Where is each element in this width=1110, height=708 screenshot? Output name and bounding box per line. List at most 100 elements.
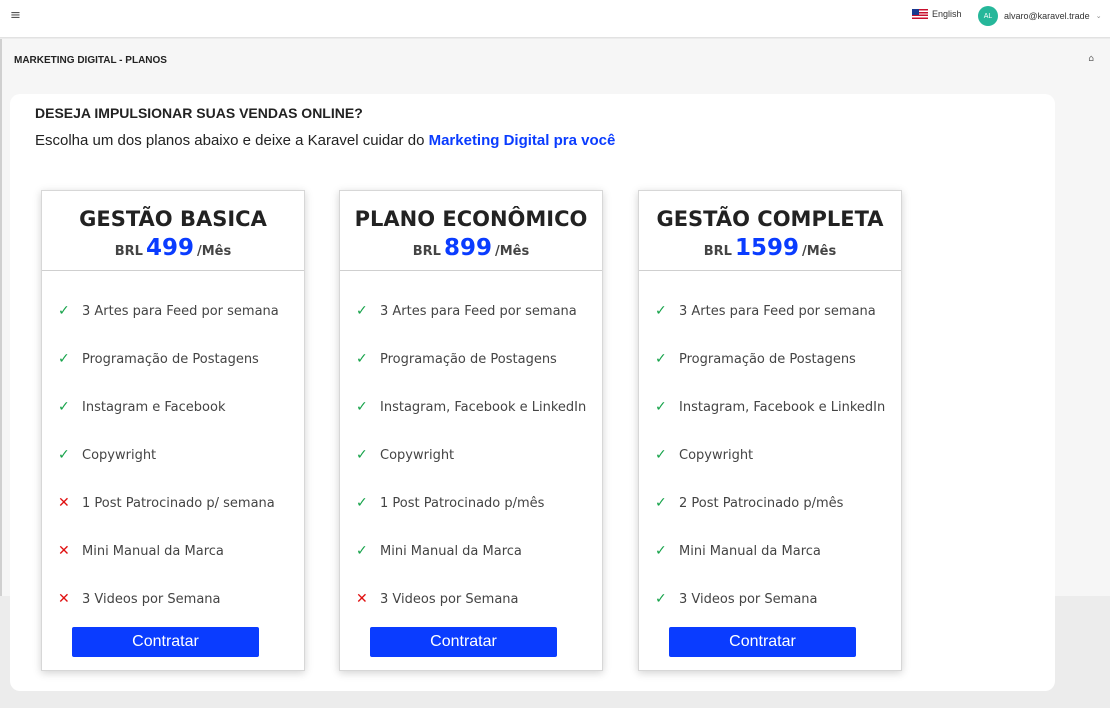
- contratar-button[interactable]: Contratar: [72, 627, 259, 657]
- feature-text: 3 Videos por Semana: [82, 591, 221, 607]
- intro-heading: DESEJA IMPULSIONAR SUAS VENDAS ONLINE?: [35, 105, 363, 121]
- price-currency: BRL: [703, 244, 732, 259]
- language-label: English: [932, 9, 962, 19]
- intro-subtitle: Escolha um dos planos abaixo e deixe a K…: [35, 132, 615, 149]
- feature-item: ✓ Programação de Postagens: [42, 335, 304, 383]
- feature-item: ✓ Instagram, Facebook e LinkedIn: [639, 383, 901, 431]
- feature-item: ✓ 2 Post Patrocinado p/mês: [639, 479, 901, 527]
- feature-text: Copywright: [82, 447, 157, 463]
- feature-list: ✓ 3 Artes para Feed por semana ✓ Programaç…: [639, 287, 901, 623]
- feature-text: Programação de Postagens: [380, 351, 557, 367]
- us-flag-icon: [912, 9, 928, 19]
- check-icon: ✓: [655, 399, 667, 415]
- language-selector[interactable]: English: [912, 9, 962, 19]
- cross-icon: ✕: [58, 495, 70, 511]
- feature-item: ✓ Instagram e Facebook: [42, 383, 304, 431]
- plan-name: GESTÃO BASICA: [79, 207, 267, 231]
- plan-card-completa: GESTÃO COMPLETA BRL 1599 /Mês ✓ 3 Artes p…: [638, 190, 902, 671]
- check-icon: ✓: [655, 351, 667, 367]
- feature-text: 1 Post Patrocinado p/ semana: [82, 495, 275, 511]
- user-email: alvaro@karavel.trade: [1004, 11, 1090, 21]
- check-icon: ✓: [58, 351, 70, 367]
- price-currency: BRL: [412, 244, 441, 259]
- feature-text: 3 Artes para Feed por semana: [82, 303, 279, 319]
- check-icon: ✓: [356, 543, 368, 559]
- feature-list: ✓ 3 Artes para Feed por semana ✓ Programaç…: [42, 287, 304, 623]
- top-bar: ≡ English AL alvaro@karavel.trade ⌄: [0, 0, 1110, 38]
- feature-text: 3 Artes para Feed por semana: [679, 303, 876, 319]
- feature-item: ✕ 3 Videos por Semana: [340, 575, 602, 623]
- feature-text: 1 Post Patrocinado p/mês: [380, 495, 545, 511]
- feature-text: 3 Videos por Semana: [380, 591, 519, 607]
- feature-text: Mini Manual da Marca: [380, 543, 522, 559]
- feature-item: ✓ Instagram, Facebook e LinkedIn: [340, 383, 602, 431]
- plan-card-header: GESTÃO BASICA BRL 499 /Mês: [42, 191, 304, 271]
- check-icon: ✓: [655, 495, 667, 511]
- feature-text: Instagram, Facebook e LinkedIn: [380, 399, 587, 415]
- avatar: AL: [978, 6, 998, 26]
- feature-item: ✓ 3 Videos por Semana: [639, 575, 901, 623]
- plan-price: BRL 899 /Mês: [340, 235, 602, 261]
- cross-icon: ✕: [58, 591, 70, 607]
- check-icon: ✓: [58, 303, 70, 319]
- page-title: MARKETING DIGITAL - PLANOS: [14, 55, 167, 66]
- plan-card-header: PLANO ECONÔMICO BRL 899 /Mês: [340, 191, 602, 271]
- price-period: /Mês: [494, 244, 530, 259]
- feature-item: ✓ Copywright: [42, 431, 304, 479]
- check-icon: ✓: [356, 303, 368, 319]
- feature-text: Copywright: [380, 447, 455, 463]
- feature-text: Mini Manual da Marca: [679, 543, 821, 559]
- check-icon: ✓: [356, 399, 368, 415]
- plans-panel: DESEJA IMPULSIONAR SUAS VENDAS ONLINE? E…: [10, 94, 1055, 691]
- feature-item: ✓ 3 Artes para Feed por semana: [639, 287, 901, 335]
- plan-name: GESTÃO COMPLETA: [656, 207, 884, 231]
- user-menu[interactable]: AL alvaro@karavel.trade ⌄: [978, 6, 1102, 26]
- plan-card-basica: GESTÃO BASICA BRL 499 /Mês ✓ 3 Artes para…: [41, 190, 305, 671]
- hamburger-menu-icon[interactable]: ≡: [10, 8, 21, 24]
- feature-item: ✓ Copywright: [340, 431, 602, 479]
- feature-item: ✓ 1 Post Patrocinado p/mês: [340, 479, 602, 527]
- plan-price: BRL 499 /Mês: [42, 235, 304, 261]
- contratar-button[interactable]: Contratar: [370, 627, 557, 657]
- check-icon: ✓: [655, 303, 667, 319]
- chevron-down-icon: ⌄: [1095, 13, 1102, 20]
- intro-subtitle-text: Escolha um dos planos abaixo e deixe a K…: [35, 132, 429, 149]
- feature-text: Mini Manual da Marca: [82, 543, 224, 559]
- feature-item: ✕ 3 Videos por Semana: [42, 575, 304, 623]
- intro-subtitle-highlight: Marketing Digital pra você: [428, 132, 616, 149]
- feature-text: Instagram e Facebook: [82, 399, 226, 415]
- cross-icon: ✕: [58, 543, 70, 559]
- feature-item: ✕ 1 Post Patrocinado p/ semana: [42, 479, 304, 527]
- price-period: /Mês: [801, 244, 837, 259]
- feature-item: ✓ 3 Artes para Feed por semana: [42, 287, 304, 335]
- feature-text: Programação de Postagens: [82, 351, 259, 367]
- price-currency: BRL: [114, 244, 143, 259]
- feature-text: 2 Post Patrocinado p/mês: [679, 495, 844, 511]
- feature-text: 3 Videos por Semana: [679, 591, 818, 607]
- feature-item: ✕ Mini Manual da Marca: [42, 527, 304, 575]
- feature-item: ✓ Copywright: [639, 431, 901, 479]
- check-icon: ✓: [356, 495, 368, 511]
- feature-text: Copywright: [679, 447, 754, 463]
- check-icon: ✓: [655, 591, 667, 607]
- feature-list: ✓ 3 Artes para Feed por semana ✓ Programaç…: [340, 287, 602, 623]
- feature-item: ✓ Programação de Postagens: [340, 335, 602, 383]
- feature-item: ✓ 3 Artes para Feed por semana: [340, 287, 602, 335]
- check-icon: ✓: [356, 447, 368, 463]
- contratar-button[interactable]: Contratar: [669, 627, 856, 657]
- plan-name: PLANO ECONÔMICO: [354, 207, 588, 231]
- feature-item: ✓ Mini Manual da Marca: [340, 527, 602, 575]
- price-amount: 499: [145, 235, 194, 261]
- feature-item: ✓ Programação de Postagens: [639, 335, 901, 383]
- feature-text: Instagram, Facebook e LinkedIn: [679, 399, 886, 415]
- check-icon: ✓: [655, 447, 667, 463]
- page-header: MARKETING DIGITAL - PLANOS ⌂: [0, 39, 1110, 86]
- feature-text: Programação de Postagens: [679, 351, 856, 367]
- check-icon: ✓: [58, 399, 70, 415]
- home-icon[interactable]: ⌂: [1088, 54, 1094, 64]
- check-icon: ✓: [655, 543, 667, 559]
- check-icon: ✓: [356, 351, 368, 367]
- feature-item: ✓ Mini Manual da Marca: [639, 527, 901, 575]
- plan-card-header: GESTÃO COMPLETA BRL 1599 /Mês: [639, 191, 901, 271]
- cross-icon: ✕: [356, 591, 368, 607]
